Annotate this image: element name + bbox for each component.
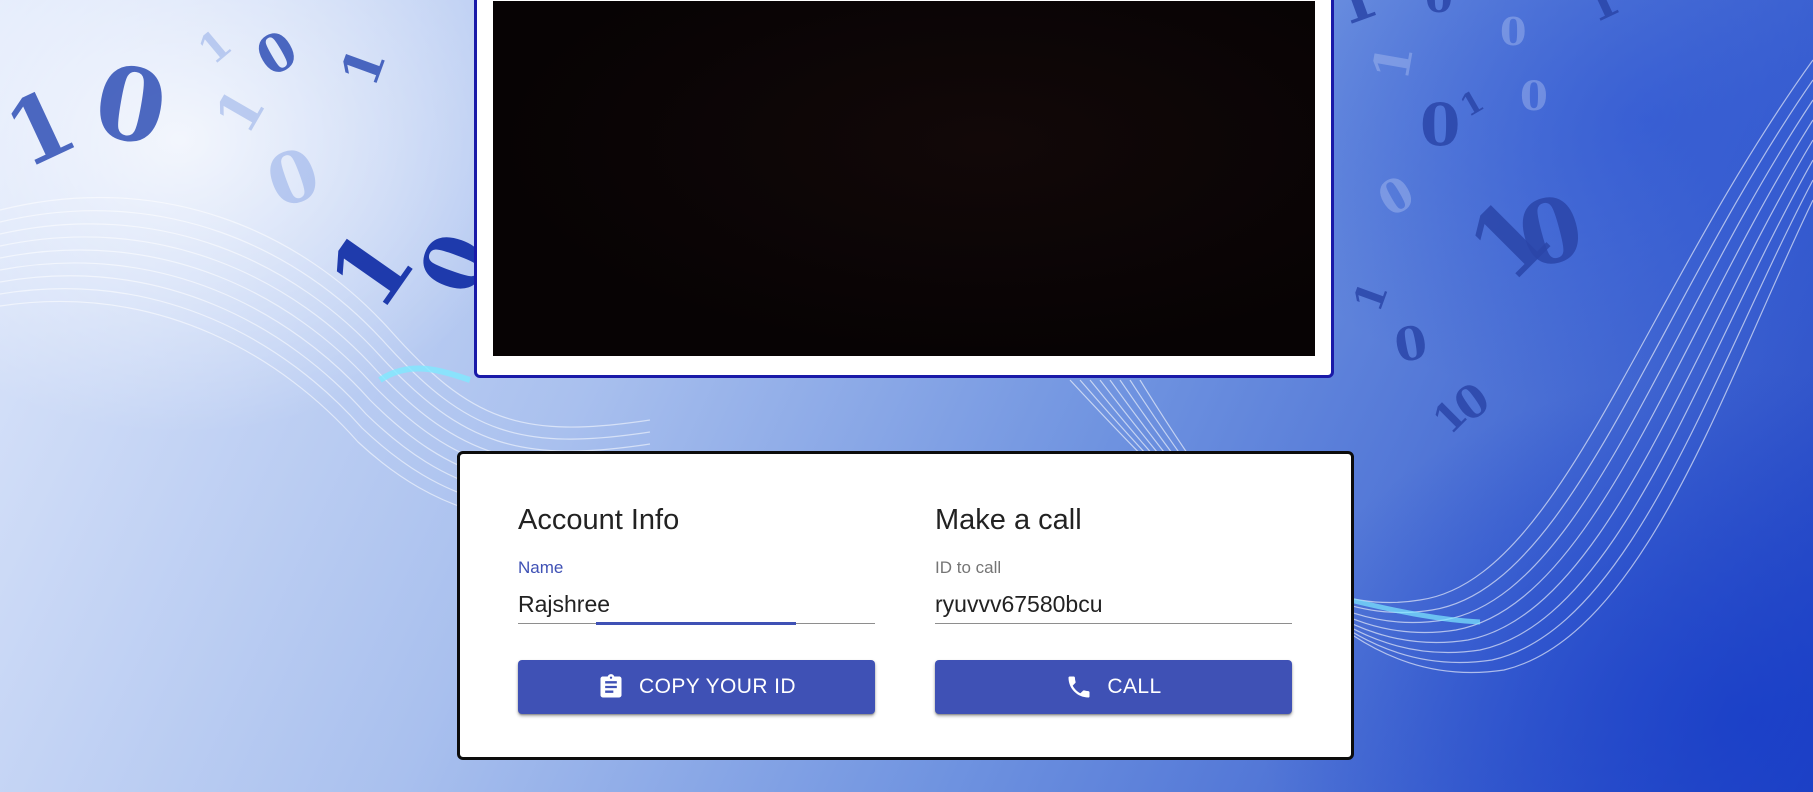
control-panel: Account Info Name COPY YOUR ID Make a ca… xyxy=(457,451,1354,760)
svg-text:0: 0 xyxy=(1390,314,1431,373)
id-to-call-field xyxy=(935,585,1292,624)
name-input[interactable] xyxy=(518,585,875,623)
svg-text:1: 1 xyxy=(189,20,241,74)
call-button-label: CALL xyxy=(1107,675,1162,698)
svg-text:0: 0 xyxy=(1520,73,1548,120)
copy-id-button[interactable]: COPY YOUR ID xyxy=(518,660,875,714)
name-focus-underline xyxy=(596,622,796,625)
name-field xyxy=(518,585,875,625)
video-frame xyxy=(474,0,1334,378)
svg-text:1: 1 xyxy=(1344,275,1398,317)
account-info-heading: Account Info xyxy=(518,504,680,536)
id-to-call-label: ID to call xyxy=(935,558,1002,577)
copy-id-button-label: COPY YOUR ID xyxy=(639,675,796,698)
svg-text:1: 1 xyxy=(1361,40,1425,85)
svg-text:0: 0 xyxy=(256,130,330,225)
svg-text:1: 1 xyxy=(329,39,399,94)
phone-icon xyxy=(1065,673,1093,701)
svg-text:0: 0 xyxy=(1369,165,1424,228)
svg-text:1: 1 xyxy=(1327,0,1386,39)
svg-text:0: 0 xyxy=(1425,0,1453,22)
clipboard-icon xyxy=(597,673,625,701)
id-to-call-input[interactable] xyxy=(935,585,1292,623)
svg-text:0: 0 xyxy=(86,41,175,169)
video-stream xyxy=(493,1,1315,356)
svg-text:1: 1 xyxy=(0,67,92,190)
svg-text:1: 1 xyxy=(202,78,279,145)
svg-text:0: 0 xyxy=(1500,9,1526,54)
svg-text:0: 0 xyxy=(246,18,308,89)
call-button[interactable]: CALL xyxy=(935,660,1292,714)
name-label: Name xyxy=(518,558,564,577)
svg-text:1: 1 xyxy=(1578,0,1627,33)
svg-text:0: 0 xyxy=(1420,91,1460,159)
make-call-heading: Make a call xyxy=(935,504,1082,536)
app-page: 1 0 0 1 1 0 1 1 0 1 0 1 0 1 1 0 1 0 1 0 xyxy=(0,0,1813,792)
